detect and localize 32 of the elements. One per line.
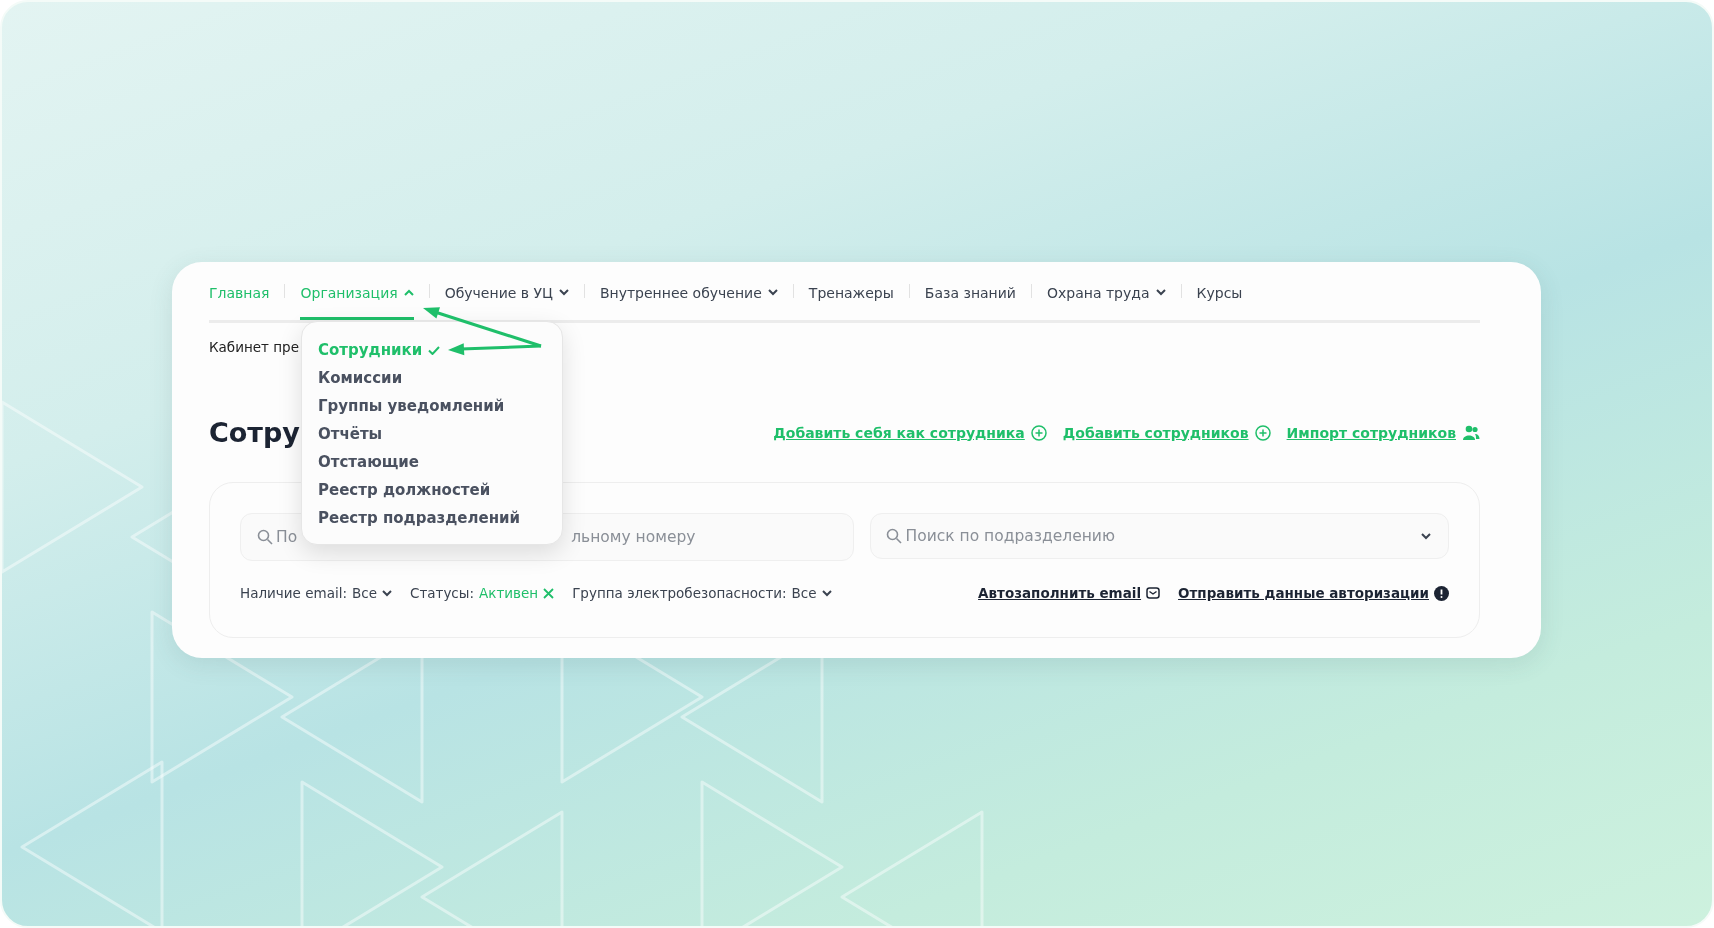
nav-tab[interactable]: Курсы — [1196, 265, 1243, 320]
search-icon — [885, 528, 902, 544]
menu-item[interactable]: Группы уведомлений — [318, 392, 505, 420]
chevron-down-icon — [1421, 533, 1431, 540]
menu-item[interactable]: Комиссии — [318, 364, 403, 392]
filter-dropdown[interactable]: Наличие email: Все — [240, 585, 392, 601]
mail-icon — [1146, 587, 1161, 599]
plus-circle-icon — [1030, 424, 1047, 441]
action-link[interactable]: Автозаполнить email — [978, 585, 1161, 601]
chevron-down-icon — [381, 589, 392, 597]
nav-tab[interactable]: База знаний — [924, 265, 1016, 320]
alert-icon — [1434, 585, 1449, 601]
menu-item[interactable]: Реестр подразделений — [318, 504, 521, 532]
chevron-down-icon — [821, 589, 832, 597]
nav-tab[interactable]: Обучение в УЦ — [444, 265, 569, 320]
menu-item[interactable]: Отчёты — [318, 420, 383, 448]
check-icon — [428, 345, 441, 355]
action-link[interactable]: Отправить данные авторизации — [1178, 585, 1449, 601]
menu-item[interactable]: Реестр должностей — [318, 476, 491, 504]
plus-circle-icon — [1254, 424, 1271, 441]
filter-dropdown[interactable]: Статусы: Активен — [409, 585, 555, 601]
nav-tab[interactable]: Тренажеры — [808, 265, 894, 320]
search-icon — [257, 529, 273, 545]
nav-tab[interactable]: Охрана труда — [1046, 265, 1166, 320]
search-select-field[interactable]: Поиск по подразделению — [869, 513, 1449, 559]
breadcrumb-text: Кабинет пре — [209, 339, 299, 355]
menu-item[interactable]: Отстающие — [318, 448, 419, 476]
filter-dropdown[interactable]: Группа электробезопасности: Все — [572, 585, 832, 601]
users-icon — [1462, 424, 1480, 441]
nav-tab[interactable]: Внутреннее обучение — [599, 265, 778, 320]
close-icon[interactable] — [543, 587, 555, 599]
page-title: Сотру — [209, 417, 300, 448]
